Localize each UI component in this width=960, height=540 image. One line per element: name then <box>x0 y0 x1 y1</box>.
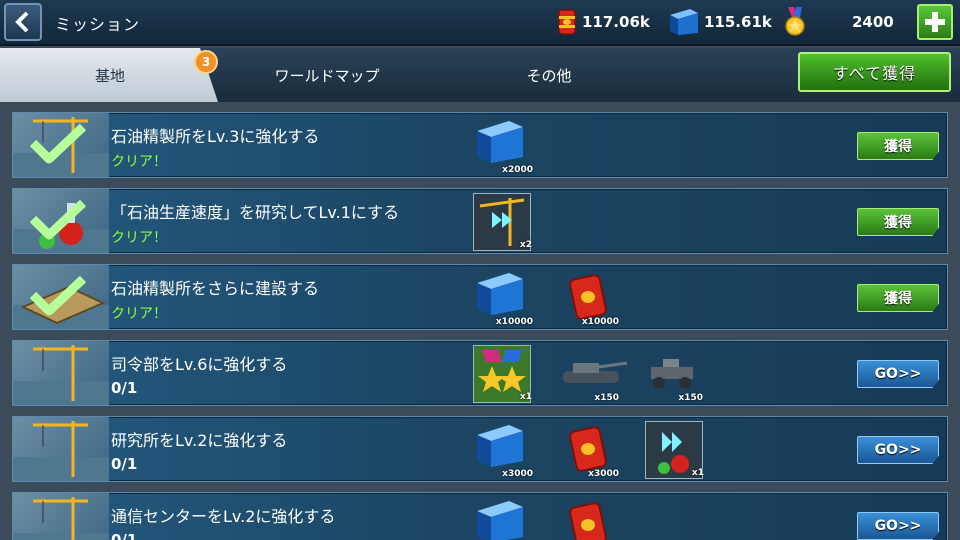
mission-thumbnail <box>13 417 109 481</box>
claim-all-button[interactable]: すべて獲得 <box>798 52 951 92</box>
steel-amount: 115.61k <box>704 13 772 31</box>
reward-item: x1 <box>645 421 704 479</box>
top-bar: ミッション 117.06k 115.61k 2400 <box>0 0 960 46</box>
mission-title: 通信センターをLv.2に強化する <box>111 507 336 526</box>
gold-medals-icon <box>785 7 805 36</box>
oil-amount: 117.06k <box>582 13 650 31</box>
tab-other[interactable]: その他 <box>434 48 664 102</box>
construction-check-icon <box>13 275 109 329</box>
mission-title: 石油精製所をLv.3に強化する <box>111 127 320 146</box>
reward-qty: x2000 <box>502 165 533 175</box>
go-button[interactable]: GO>> <box>857 360 939 388</box>
reward-item: x3000 <box>473 421 533 479</box>
notification-badge: 3 <box>194 50 218 74</box>
mission-row: 司令部をLv.6に強化する 0/1 x1 x150 x150 GO>> <box>12 340 948 406</box>
mission-thumbnail <box>13 113 109 177</box>
oil-resource: 117.06k <box>556 6 650 38</box>
mission-row: 研究所をLv.2に強化する 0/1 x3000 x3000 x1 GO>> <box>12 416 948 482</box>
mission-status: クリア！ <box>111 154 167 170</box>
reward-qty: x150 <box>678 393 703 403</box>
reward-item: x1 <box>473 345 532 403</box>
reward-item: x150 <box>643 345 703 403</box>
chevron-left-icon <box>15 11 29 33</box>
gold-amount: 2400 <box>852 13 894 31</box>
mission-title: 研究所をLv.2に強化する <box>111 431 288 450</box>
reward-qty: x3000 <box>502 469 533 479</box>
gold-resource: 2400 <box>780 6 894 38</box>
reward-qty: x10000 <box>581 317 619 327</box>
reward-item: x2000 <box>473 117 533 175</box>
reward-qty: x3000 <box>588 469 619 479</box>
mission-row: 「石油生産速度」を研究してLv.1にする クリア！ x2 獲得 <box>12 188 948 254</box>
oil-barrel-icon <box>558 9 576 35</box>
add-gold-button[interactable] <box>917 4 953 40</box>
reward-item: x10000 <box>559 269 619 327</box>
crane-check-icon <box>13 117 109 177</box>
reward-item: x2 <box>473 193 532 251</box>
reward-item: x10000 <box>473 269 533 327</box>
plus-icon <box>925 12 945 32</box>
mission-thumbnail <box>13 493 109 540</box>
reward-item <box>473 497 531 540</box>
tab-world-map[interactable]: ワールドマップ <box>220 48 434 102</box>
reward-qty: x10000 <box>495 317 533 327</box>
mission-thumbnail <box>13 189 109 253</box>
reward-qty: x2 <box>519 240 532 250</box>
mission-status: クリア！ <box>111 230 167 246</box>
tab-base[interactable]: 基地 <box>0 48 218 102</box>
mission-title: 「石油生産速度」を研究してLv.1にする <box>111 203 400 222</box>
tab-base-label: 基地 <box>94 66 125 85</box>
mission-progress: 0/1 <box>111 531 138 540</box>
page-title: ミッション <box>55 15 141 34</box>
reward-qty: x1 <box>519 392 532 402</box>
go-button[interactable]: GO>> <box>857 512 939 540</box>
mission-row: 石油精製所をさらに建設する クリア！ x10000 x10000 獲得 <box>12 264 948 330</box>
oil-icon <box>569 502 607 540</box>
steel-icon <box>477 501 523 540</box>
steel-beam-icon <box>670 9 698 35</box>
mission-progress: 0/1 <box>111 379 138 397</box>
reward-item <box>559 497 617 540</box>
crane-icon <box>13 497 109 540</box>
go-button[interactable]: GO>> <box>857 436 939 464</box>
reward-item: x3000 <box>559 421 619 479</box>
mission-list[interactable]: 石油精製所をLv.3に強化する クリア！ x2000 獲得 「石油生産速度」を研… <box>0 102 960 540</box>
tab-other-label: その他 <box>526 66 572 85</box>
claim-button[interactable]: 獲得 <box>857 132 939 160</box>
claim-button[interactable]: 獲得 <box>857 208 939 236</box>
lab-check-icon <box>13 199 109 253</box>
mission-row: 通信センターをLv.2に強化する 0/1 GO>> <box>12 492 948 540</box>
steel-resource: 115.61k <box>668 6 772 38</box>
mission-status: クリア！ <box>111 306 167 322</box>
reward-qty: x1 <box>691 468 704 478</box>
mission-row: 石油精製所をLv.3に強化する クリア！ x2000 獲得 <box>12 112 948 178</box>
mission-thumbnail <box>13 265 109 329</box>
tab-world-map-label: ワールドマップ <box>274 66 380 85</box>
mission-thumbnail <box>13 341 109 405</box>
reward-qty: x150 <box>594 393 619 403</box>
claim-button[interactable]: 獲得 <box>857 284 939 312</box>
crane-icon <box>13 421 109 481</box>
mission-title: 司令部をLv.6に強化する <box>111 355 288 374</box>
mission-progress: 0/1 <box>111 455 138 473</box>
back-button[interactable] <box>4 3 42 41</box>
crane-icon <box>13 345 109 405</box>
reward-item: x150 <box>559 345 628 403</box>
mission-title: 石油精製所をさらに建設する <box>111 279 320 298</box>
